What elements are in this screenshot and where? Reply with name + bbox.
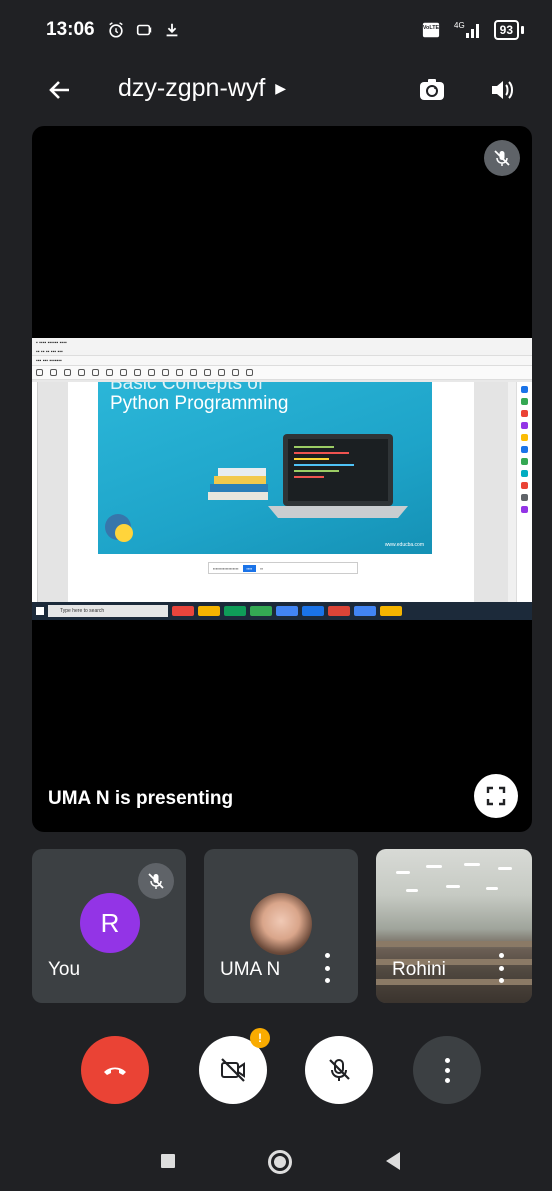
mic-off-icon	[329, 1059, 350, 1081]
slide-url: www.educba.com	[384, 542, 424, 548]
speaker-icon	[492, 81, 513, 99]
back-button[interactable]	[40, 70, 80, 110]
presenting-label: UMA N is presenting	[48, 788, 234, 809]
cast-icon	[136, 24, 151, 36]
sharing-notice: ▪▪▪▪▪▪▪▪▪▪▪▪▪▪▪▪▪▪ ▪▪▪▪ ▪▪	[208, 562, 358, 574]
speaker-button[interactable]	[482, 70, 522, 110]
videocam-off-icon	[221, 1058, 245, 1082]
end-call-button[interactable]	[81, 1036, 149, 1104]
fullscreen-icon	[486, 786, 506, 806]
battery-level: 93	[493, 20, 519, 40]
camera-warning-badge: !	[250, 1028, 270, 1048]
download-icon	[166, 23, 178, 37]
participant-name: You	[48, 959, 81, 980]
alarm-icon	[108, 22, 123, 38]
switch-camera-button[interactable]	[412, 70, 452, 110]
svg-text:4G: 4G	[454, 21, 465, 30]
meeting-code[interactable]: dzy-zgpn-wyf ▶	[118, 74, 286, 103]
switch-camera-icon	[420, 79, 444, 100]
doc-page: Basic Concepts of Python Programming www…	[68, 382, 474, 602]
battery-tip	[521, 26, 524, 34]
signal-icon: 4G	[454, 21, 479, 38]
home-button[interactable]	[268, 1150, 292, 1174]
avatar: R	[80, 893, 140, 953]
mic-off-icon	[494, 150, 510, 166]
windows-start-icon	[36, 607, 44, 615]
call-controls: !	[0, 1028, 552, 1108]
participant-name: Rohini	[392, 959, 446, 980]
slide: Basic Concepts of Python Programming www…	[98, 382, 432, 554]
volte-icon: VoLTE	[423, 22, 440, 38]
more-vert-icon	[444, 1057, 450, 1083]
doc-right-tools	[516, 382, 532, 602]
arrow-back-icon	[49, 81, 69, 99]
shared-window-titlebar: ▪ ▪▪▪▪ ▪▪▪▪▪▪ ▪▪▪▪	[32, 338, 532, 348]
svg-text:VoLTE: VoLTE	[423, 25, 440, 31]
status-bar: 13:06 VoLTE 4G 93	[0, 0, 552, 60]
you-muted-indicator	[138, 863, 174, 899]
status-icons-left	[107, 21, 181, 39]
presentation-tile[interactable]: ▪ ▪▪▪▪ ▪▪▪▪▪▪ ▪▪▪▪ ▪▪ ▪▪ ▪▪ ▪▪▪ ▪▪▪ ▪▪▪ …	[32, 126, 532, 832]
more-options-button[interactable]	[413, 1036, 481, 1104]
fullscreen-button[interactable]	[474, 774, 518, 818]
meeting-header: dzy-zgpn-wyf ▶	[0, 60, 552, 120]
shared-window-toolbar	[32, 366, 532, 380]
shared-screen: ▪ ▪▪▪▪ ▪▪▪▪▪▪ ▪▪▪▪ ▪▪ ▪▪ ▪▪ ▪▪▪ ▪▪▪ ▪▪▪ …	[32, 338, 532, 620]
status-icons-right: VoLTE 4G 93	[422, 20, 524, 40]
caret-right-icon: ▶	[275, 80, 287, 96]
shared-document-area: Basic Concepts of Python Programming www…	[32, 382, 532, 602]
avatar	[250, 893, 312, 955]
participant-tile-you[interactable]: R You	[32, 849, 186, 1003]
meeting-code-text: dzy-zgpn-wyf	[118, 74, 266, 102]
slide-illustration	[105, 434, 408, 542]
phone-hangup-icon	[104, 1067, 126, 1075]
participant-tile-rohini[interactable]: Rohini	[376, 849, 532, 1003]
mic-off-icon	[148, 873, 164, 889]
shared-window-tabbar: ▪▪▪ ▪▪▪ ▪▪▪▪▪▪▪	[32, 356, 532, 366]
participant-menu-button[interactable]	[496, 953, 506, 983]
status-time: 13:06	[46, 19, 95, 40]
participant-tile-uma[interactable]: UMA N	[204, 849, 358, 1003]
recents-button[interactable]	[161, 1154, 175, 1168]
system-nav-bar	[0, 1130, 552, 1191]
taskbar-search: Type here to search	[48, 605, 168, 617]
participant-menu-button[interactable]	[322, 953, 332, 983]
windows-taskbar: Type here to search	[32, 602, 532, 620]
doc-scrollbar	[508, 382, 516, 602]
doc-left-panel	[32, 382, 38, 602]
mic-toggle-button[interactable]	[305, 1036, 373, 1104]
shared-window-menubar: ▪▪ ▪▪ ▪▪ ▪▪▪ ▪▪▪	[32, 348, 532, 356]
system-back-button[interactable]	[386, 1152, 400, 1170]
battery-indicator: 93	[493, 20, 524, 40]
participant-name: UMA N	[220, 959, 281, 980]
presenter-muted-indicator	[484, 140, 520, 176]
